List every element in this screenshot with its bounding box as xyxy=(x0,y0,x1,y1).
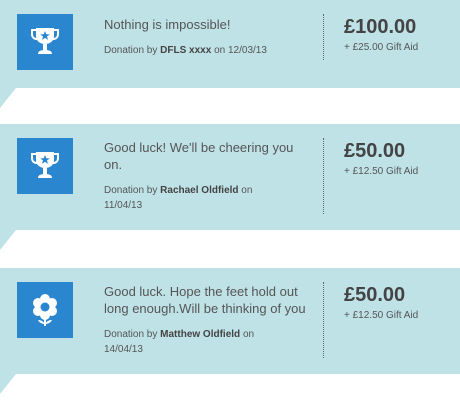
trophy-icon xyxy=(17,138,73,194)
donation-amount: £50.00 xyxy=(344,140,406,162)
divider xyxy=(323,14,324,60)
donation-message: Good luck! We'll be cheering you on. xyxy=(104,140,294,172)
gift-aid: + £12.50 Gift Aid xyxy=(344,310,419,321)
donation-meta: Donation by Rachael Oldfield on 11/04/13 xyxy=(104,183,284,213)
donation-date: 12/03/13 xyxy=(227,45,267,56)
donation-amount: £100.00 xyxy=(344,16,417,38)
trophy-icon xyxy=(17,14,73,70)
donation-by-label: Donation by xyxy=(104,45,158,56)
donation-amount: £50.00 xyxy=(344,284,406,306)
donation-card: Good luck. Hope the feet hold out long e… xyxy=(0,268,460,394)
donation-by-label: Donation by xyxy=(104,329,158,340)
donor-name: Rachael Oldfield xyxy=(160,185,239,196)
donation-by-label: Donation by xyxy=(104,185,158,196)
donations-list: Nothing is impossible! Donation by DFLS … xyxy=(0,0,460,403)
donation-date: 14/04/13 xyxy=(104,344,143,355)
gift-aid: + £25.00 Gift Aid xyxy=(344,42,419,53)
divider xyxy=(323,138,324,214)
card-tail xyxy=(0,88,16,108)
donor-name: Matthew Oldfield xyxy=(160,329,241,340)
donor-name: DFLS xxxx xyxy=(160,45,212,56)
donation-meta: Donation by DFLS xxxx on 12/03/13 xyxy=(104,43,314,58)
on-label: on xyxy=(214,45,226,56)
donation-message: Nothing is impossible! xyxy=(104,17,231,32)
divider xyxy=(323,282,324,358)
flower-icon xyxy=(17,282,73,338)
on-label: on xyxy=(242,329,255,340)
on-label: on xyxy=(241,185,253,196)
donation-card: Good luck! We'll be cheering you on. Don… xyxy=(0,124,460,250)
donation-message: Good luck. Hope the feet hold out long e… xyxy=(104,284,306,316)
card-tail xyxy=(0,374,16,394)
gift-aid: + £12.50 Gift Aid xyxy=(344,166,419,177)
donation-meta: Donation by Matthew Oldfield on 14/04/13 xyxy=(104,327,284,357)
card-tail xyxy=(0,230,16,250)
donation-card: Nothing is impossible! Donation by DFLS … xyxy=(0,0,460,108)
donation-date: 11/04/13 xyxy=(104,200,143,211)
